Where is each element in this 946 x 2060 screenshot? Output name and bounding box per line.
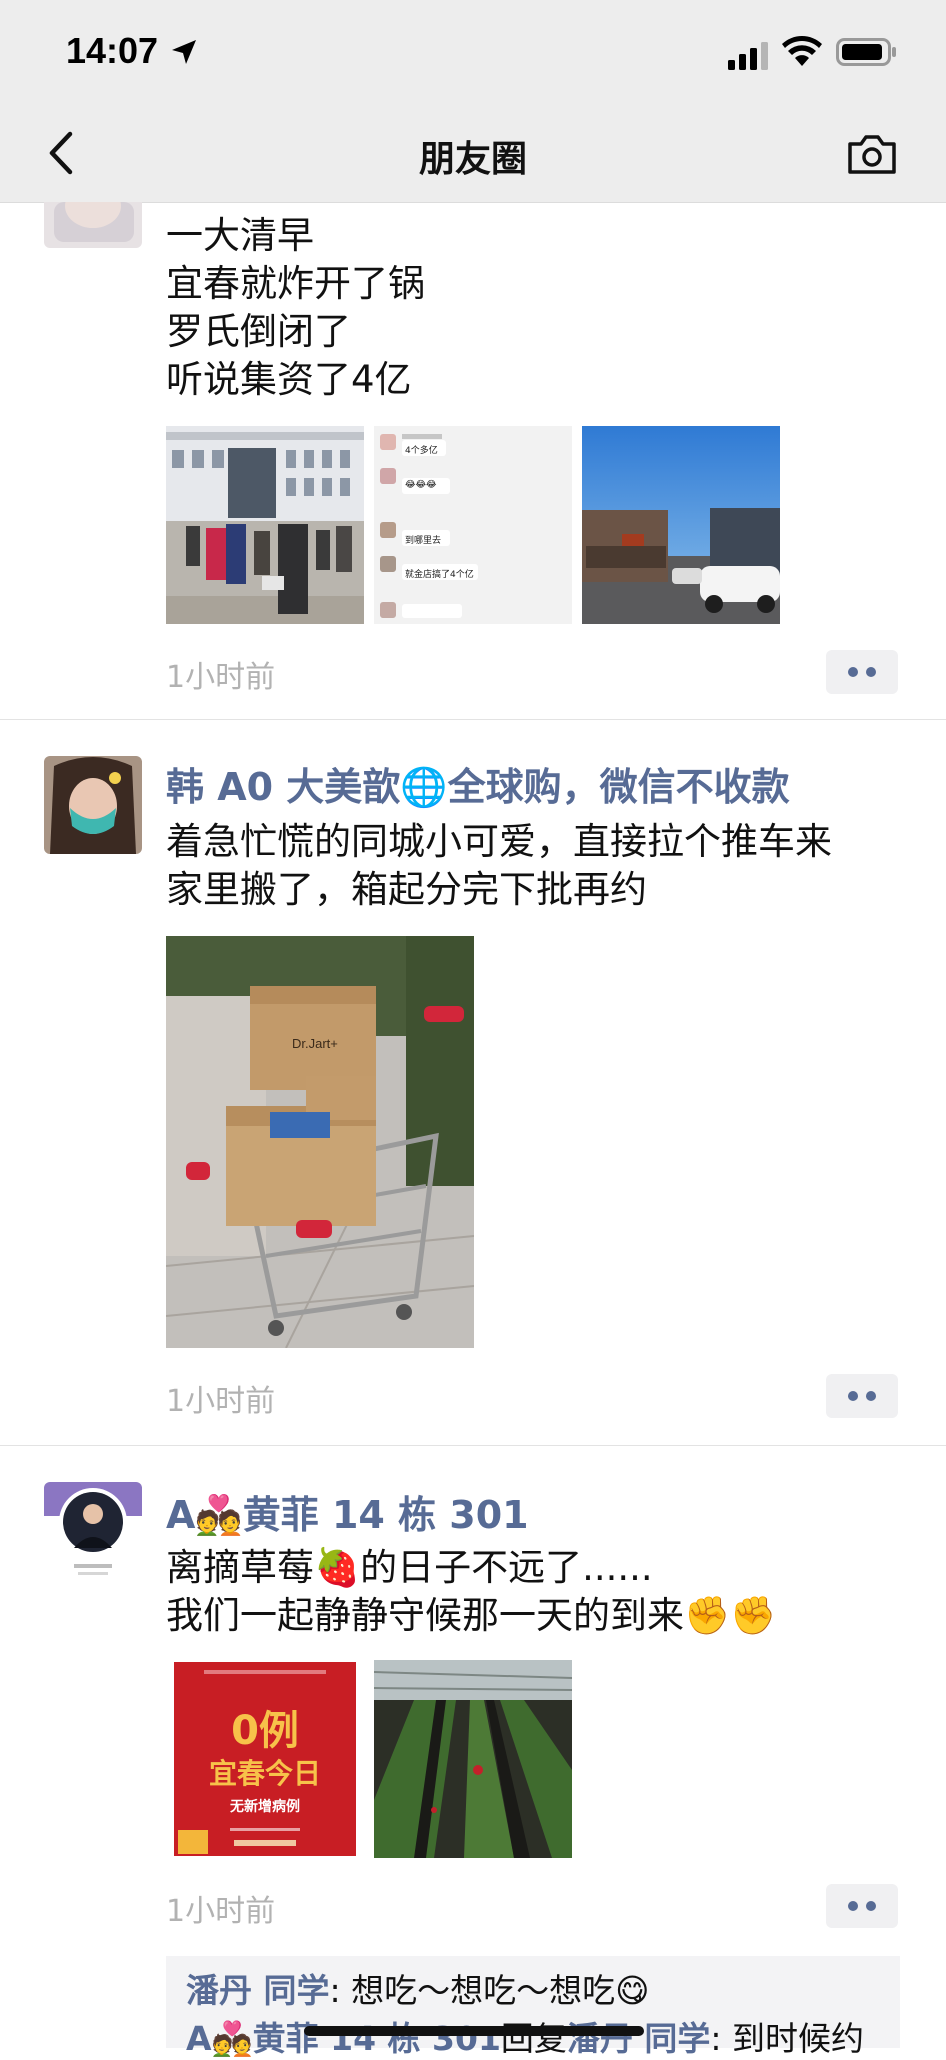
post-2-avatar[interactable]: [44, 756, 142, 854]
status-time: 14:07: [66, 30, 159, 71]
post-1-timestamp: 1小时前: [166, 660, 276, 695]
home-indicator[interactable]: [304, 2026, 644, 2036]
more-dot-icon: [866, 667, 876, 677]
post-2-timestamp: 1小时前: [166, 1384, 276, 1419]
poster-big-count: 0例: [231, 1708, 299, 1754]
post-2-line-1: 着急忙慌的同城小可爱，直接拉个推车来: [166, 820, 832, 863]
post-1-line-3: 罗氏倒闭了: [166, 310, 351, 353]
post-3-timestamp: 1小时前: [166, 1894, 276, 1929]
chat-bubble-3: 到哪里去: [405, 536, 442, 546]
more-dot-icon: [866, 1901, 876, 1911]
post-2-more-button[interactable]: [826, 1374, 898, 1418]
wifi-icon: [782, 36, 822, 66]
post-3-author[interactable]: A💑黄菲 14 栋 301: [166, 1484, 529, 1539]
page-title: 朋友圈: [418, 139, 527, 180]
post-3-line-1: 离摘草莓🍓的日子不远了......: [166, 1546, 653, 1589]
post-1-line-4: 听说集资了4亿: [166, 358, 412, 401]
post-divider: [0, 719, 946, 720]
post-2-line-2: 家里搬了，箱起分完下批再约: [166, 868, 647, 911]
comment-1: 潘丹 同学: 想吃～想吃～想吃😋: [186, 1964, 650, 2012]
comment-2-reply-word: 回复: [500, 2019, 567, 2058]
post-2-photo-1[interactable]: Dr.Jart+: [166, 936, 474, 1348]
nav-bar: 朋友圈: [0, 104, 946, 203]
post-divider: [0, 1445, 946, 1446]
post-3-line-2: 我们一起静静守候那一天的到来✊✊: [166, 1594, 777, 1637]
more-dot-icon: [848, 1901, 858, 1911]
post-3-more-button[interactable]: [826, 1884, 898, 1928]
post-1-photo-1[interactable]: [166, 426, 364, 624]
comment-2: A💑黄菲 14 栋 301回复潘丹 同学: 到时候约: [186, 2012, 864, 2060]
comment-1-text: : 想吃～想吃～想吃😋: [329, 1971, 650, 2010]
post-3-photo-2[interactable]: [374, 1660, 572, 1858]
poster-title: 宜春今日: [208, 1757, 321, 1790]
camera-icon[interactable]: [846, 130, 898, 176]
post-1-photo-3[interactable]: [582, 426, 780, 624]
poster-background: 0例 宜春今日 无新增病例: [174, 1662, 356, 1856]
post-3-photo-1-poster[interactable]: 0例 宜春今日 无新增病例: [166, 1660, 364, 1858]
more-dot-icon: [866, 1391, 876, 1401]
post-1-line-1: 一大清早: [166, 214, 314, 257]
location-arrow-icon: [172, 40, 196, 64]
chat-bubble-2: 😂😂😂: [405, 480, 437, 490]
more-dot-icon: [848, 667, 858, 677]
poster-subtitle: 无新增病例: [230, 1799, 300, 1815]
comment-2-author[interactable]: A💑黄菲 14 栋 301: [186, 2019, 501, 2058]
post-1-more-button[interactable]: [826, 650, 898, 694]
post-1-line-2: 宜春就炸开了锅: [166, 262, 425, 305]
chat-bubble-4: 就金店搞了4个亿: [405, 570, 474, 580]
post-3-avatar[interactable]: [44, 1482, 142, 1580]
cellular-signal-icon: [728, 42, 768, 70]
post-1-photo-2-chat[interactable]: 4个多亿 😂😂😂 到哪里去 就金店搞了4个亿: [374, 426, 572, 624]
post-2-author[interactable]: 韩 A0 大美歆🌐全球购，微信不收款: [166, 756, 790, 811]
comment-1-author[interactable]: 潘丹 同学: [186, 1971, 330, 2010]
comment-2-text: : 到时候约: [710, 2019, 865, 2058]
more-dot-icon: [848, 1391, 858, 1401]
post-1-avatar[interactable]: [44, 202, 142, 248]
comment-2-reply-to[interactable]: 潘丹 同学: [567, 2019, 711, 2058]
box-brand-label: Dr.Jart+: [292, 1036, 338, 1051]
status-bar: 14:07: [0, 0, 946, 104]
battery-icon: [836, 38, 896, 66]
chat-bubble-1: 4个多亿: [405, 446, 438, 456]
